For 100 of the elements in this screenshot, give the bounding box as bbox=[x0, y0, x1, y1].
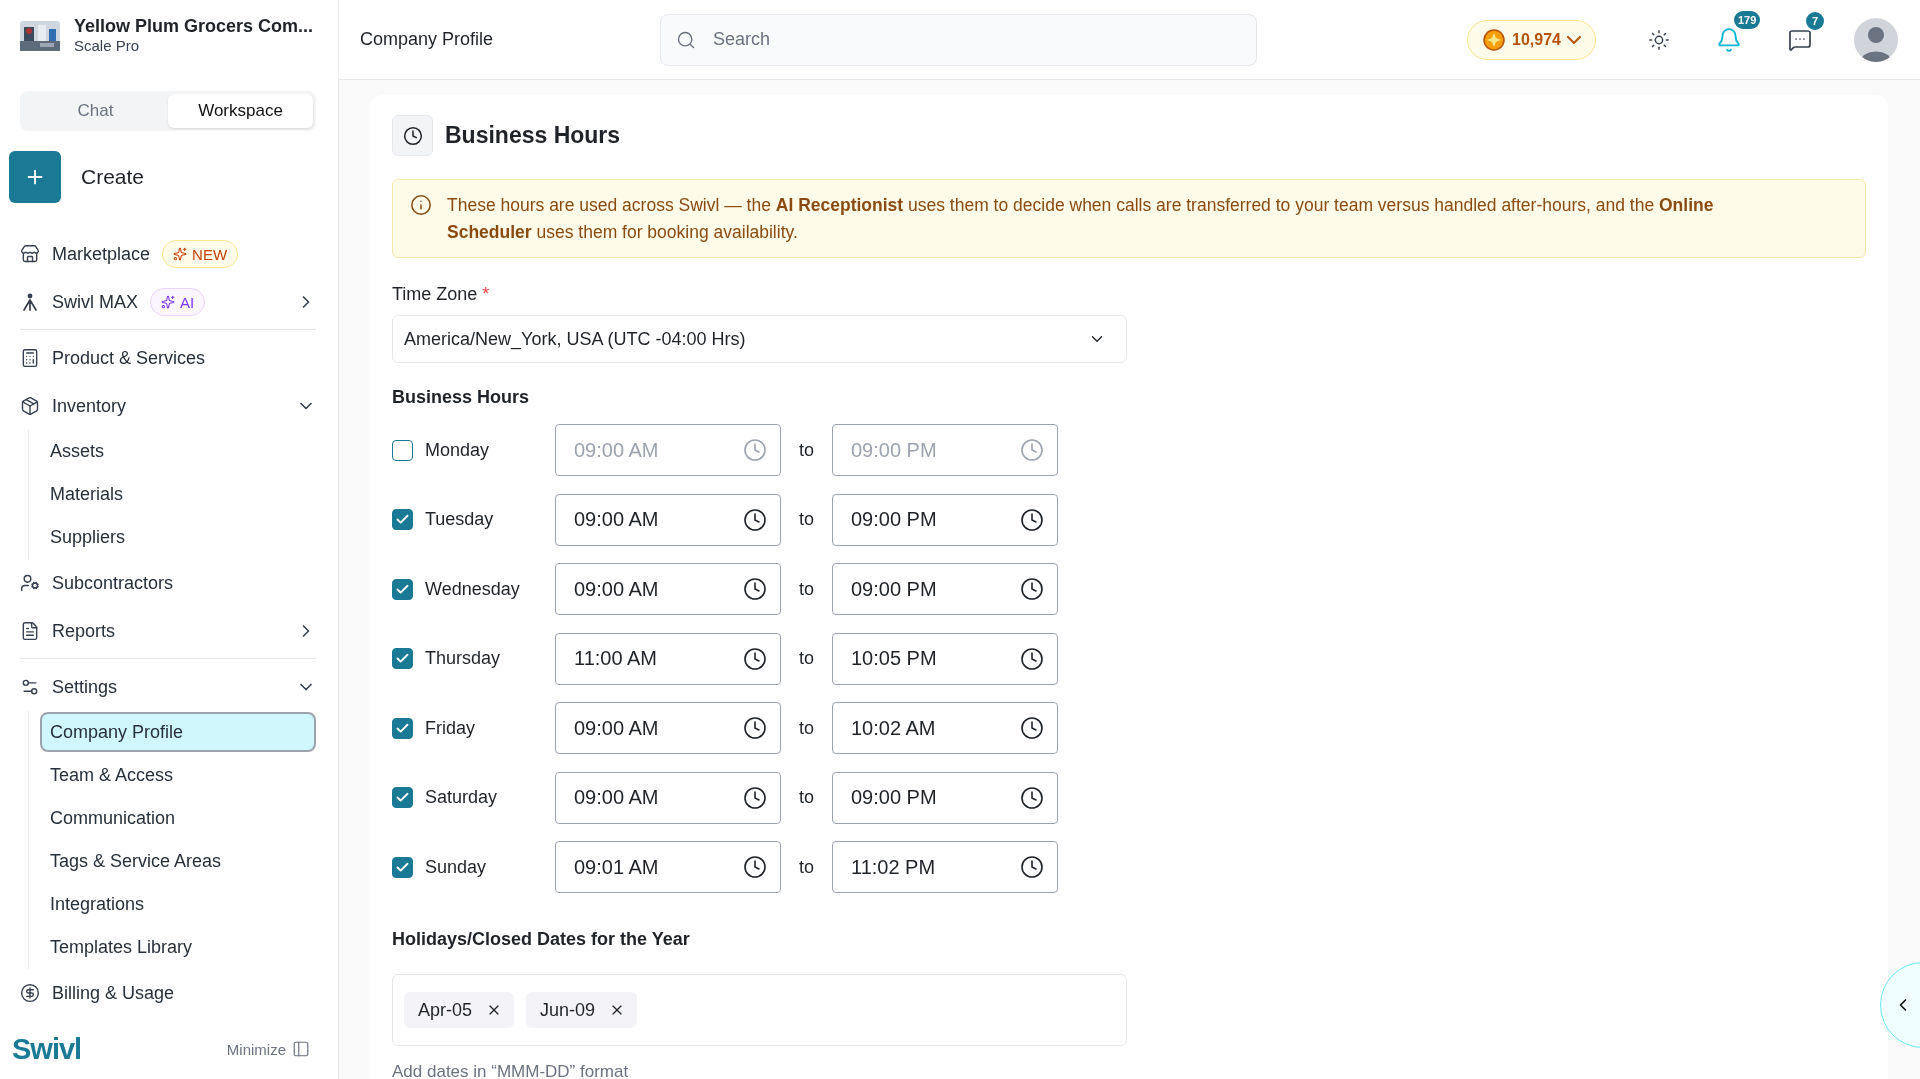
nav-icon bbox=[20, 573, 40, 593]
end-time-field[interactable]: 09:00 PM bbox=[832, 563, 1058, 615]
create-button[interactable] bbox=[9, 151, 61, 203]
start-time-field[interactable]: 09:01 AM bbox=[555, 841, 781, 893]
nav-subitem[interactable]: Communication bbox=[40, 797, 316, 840]
clock-icon bbox=[743, 577, 767, 601]
nav-subitem[interactable]: Materials bbox=[40, 473, 316, 516]
brand-logo: Swivl bbox=[12, 1032, 82, 1066]
day-checkbox[interactable] bbox=[392, 439, 413, 461]
start-time-field[interactable]: 09:00 AM bbox=[555, 563, 781, 615]
day-checkbox[interactable] bbox=[392, 509, 413, 530]
end-time-field[interactable]: 11:02 PM bbox=[832, 841, 1058, 893]
feature-badge: AI bbox=[150, 288, 206, 316]
field-label: Time Zone bbox=[392, 284, 478, 304]
clock-icon bbox=[1020, 646, 1044, 671]
day-checkbox[interactable] bbox=[392, 648, 413, 669]
nav-subitem[interactable]: Company Profile bbox=[40, 712, 316, 752]
nav-item[interactable]: Billing & Usage bbox=[52, 982, 175, 1004]
sparkle-icon bbox=[161, 295, 175, 309]
start-time-field[interactable]: 09:00 AM bbox=[555, 702, 781, 754]
day-label: Tuesday bbox=[425, 509, 494, 530]
clock-icon bbox=[743, 716, 767, 740]
day-checkbox[interactable] bbox=[392, 856, 413, 878]
nav-item[interactable]: Marketplace bbox=[52, 243, 151, 265]
clock-icon bbox=[743, 785, 767, 810]
create-label[interactable]: Create bbox=[81, 165, 145, 189]
clock-icon bbox=[743, 507, 767, 532]
message-count: 7 bbox=[1804, 9, 1826, 32]
minimize-button[interactable]: Minimize bbox=[220, 1039, 316, 1059]
nav-item[interactable]: Inventory bbox=[52, 395, 127, 417]
start-time-field[interactable]: 11:00 AM bbox=[555, 632, 781, 685]
check-icon bbox=[395, 512, 410, 527]
nav-icon bbox=[20, 396, 40, 416]
info-icon bbox=[410, 194, 432, 216]
required-marker: * bbox=[482, 284, 490, 304]
end-time-field[interactable]: 10:05 PM bbox=[832, 632, 1058, 685]
chevron-down-icon bbox=[1567, 35, 1581, 44]
credits-button[interactable]: 10,974 bbox=[1467, 19, 1596, 60]
clock-icon bbox=[402, 125, 423, 146]
check-icon bbox=[395, 790, 410, 805]
chat-icon bbox=[1788, 27, 1812, 52]
plan-name: Scale Pro bbox=[74, 36, 141, 56]
search-field[interactable]: Search bbox=[660, 13, 1257, 66]
day-checkbox[interactable] bbox=[392, 578, 413, 600]
time-zone-select[interactable]: America/New_York, USA (UTC -04:00 Hrs) bbox=[392, 315, 1127, 363]
date-tag[interactable]: Jun-09 bbox=[526, 992, 638, 1028]
user-avatar[interactable] bbox=[1854, 17, 1898, 62]
nav-subitem[interactable]: Integrations bbox=[40, 883, 316, 926]
clock-icon bbox=[1020, 577, 1044, 601]
nav-item[interactable]: Reports bbox=[52, 620, 116, 642]
clock-icon bbox=[1020, 785, 1044, 810]
day-label: Sunday bbox=[425, 856, 487, 878]
nav-item[interactable]: Settings bbox=[52, 676, 118, 698]
clock-icon bbox=[743, 438, 767, 462]
notice-text: These hours are used across Swivl — the AI Receptionist uses them to decide when calls are transferred to your team versus handled after-hours, and the Online Scheduler uses them for booking availability. bbox=[447, 194, 1715, 244]
date-tag[interactable]: Apr-05 bbox=[404, 992, 515, 1028]
search-icon bbox=[676, 29, 696, 50]
nav-subitem[interactable]: Team & Access bbox=[40, 754, 316, 797]
start-time-field[interactable]: 09:00 AM bbox=[555, 493, 781, 546]
nav-subitem[interactable]: Assets bbox=[40, 430, 316, 473]
helper-text: Add dates in “MMM-DD” format bbox=[392, 1062, 630, 1079]
nav-icon bbox=[20, 348, 40, 368]
nav-icon bbox=[20, 983, 40, 1003]
day-label: Monday bbox=[425, 439, 490, 461]
dates-field[interactable]: Apr-05 Jun-09 bbox=[392, 974, 1127, 1046]
feature-badge: NEW bbox=[162, 240, 239, 268]
section-title: Business Hours bbox=[445, 122, 621, 149]
mode-tab[interactable]: Chat bbox=[23, 94, 168, 128]
range-separator: to bbox=[798, 578, 815, 600]
sidebar-icon bbox=[292, 1040, 310, 1058]
nav-item[interactable]: Product & Services bbox=[52, 347, 206, 369]
nav-subitem[interactable]: Templates Library bbox=[40, 926, 316, 969]
organization-name: Yellow Plum Grocers Com... bbox=[74, 16, 314, 36]
nav-subitem[interactable]: Tags & Service Areas bbox=[40, 840, 316, 883]
clock-icon bbox=[1020, 855, 1044, 879]
nav-icon bbox=[20, 677, 40, 697]
clock-icon bbox=[1020, 716, 1044, 740]
end-time-field[interactable]: 09:00 PM bbox=[832, 493, 1058, 546]
nav-item[interactable]: Subcontractors bbox=[52, 572, 174, 594]
nav-item[interactable]: Swivl MAX bbox=[52, 291, 138, 313]
end-time-field[interactable]: 10:02 AM bbox=[832, 702, 1058, 754]
range-separator: to bbox=[798, 648, 815, 669]
field-label: Holidays/Closed Dates for the Year bbox=[392, 929, 691, 950]
bell-icon bbox=[1716, 26, 1742, 53]
day-label: Thursday bbox=[425, 648, 501, 669]
page-title: Company Profile bbox=[360, 29, 495, 50]
day-checkbox[interactable] bbox=[392, 717, 413, 739]
clock-icon bbox=[1020, 507, 1044, 532]
day-label: Wednesday bbox=[425, 578, 520, 600]
range-separator: to bbox=[798, 856, 815, 878]
mode-tab[interactable]: Workspace bbox=[168, 94, 313, 128]
end-time-field[interactable]: 09:00 PM bbox=[832, 771, 1058, 824]
clock-icon bbox=[743, 646, 767, 671]
day-checkbox[interactable] bbox=[392, 787, 413, 808]
clock-icon bbox=[743, 855, 767, 879]
range-separator: to bbox=[798, 509, 815, 530]
check-icon bbox=[395, 651, 410, 666]
coin-icon bbox=[1482, 27, 1507, 52]
start-time-field[interactable]: 09:00 AM bbox=[555, 771, 781, 824]
nav-subitem[interactable]: Suppliers bbox=[40, 516, 316, 559]
